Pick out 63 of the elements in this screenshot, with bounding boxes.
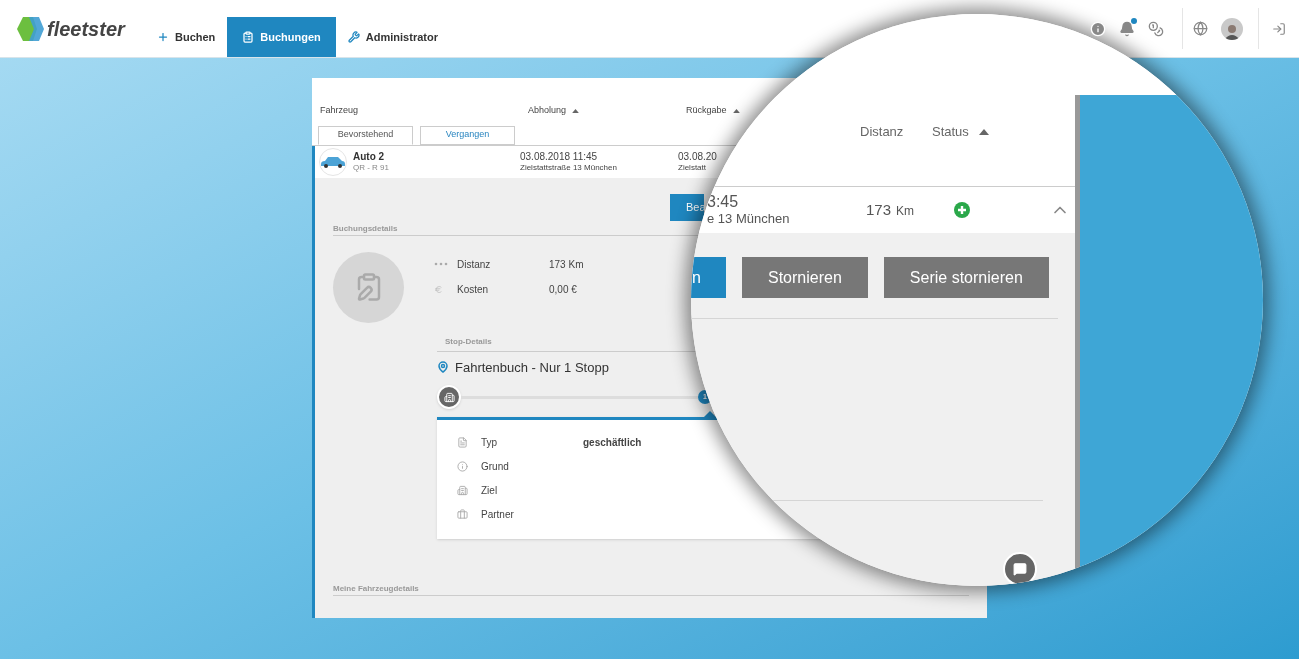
field-label: Grund bbox=[481, 460, 510, 474]
chat-button[interactable] bbox=[1003, 552, 1037, 586]
euro-icon bbox=[434, 284, 443, 294]
cancel-button[interactable]: Serie stornieren bbox=[883, 257, 1049, 298]
section-label: Stop-Details bbox=[445, 336, 492, 346]
field-label: Ziel bbox=[481, 484, 499, 498]
sort-caret-icon bbox=[572, 108, 580, 113]
field-value: geschäftlich bbox=[583, 436, 642, 450]
info-icon bbox=[457, 461, 468, 472]
stop-node[interactable] bbox=[437, 385, 461, 409]
distance-unit: Km bbox=[896, 202, 915, 220]
pickup-address: Zielstattstraße 13 München bbox=[520, 161, 618, 173]
building-icon bbox=[443, 391, 455, 403]
vehicle-name: Auto 2 bbox=[353, 150, 386, 162]
filter-tab[interactable]: Bevorstehend bbox=[318, 125, 413, 145]
field-label: Typ bbox=[481, 436, 499, 450]
chat-icon bbox=[1013, 562, 1027, 576]
car-icon bbox=[320, 155, 346, 168]
document-icon bbox=[457, 437, 468, 448]
distance-value: 173 bbox=[866, 199, 892, 220]
coins-icon[interactable] bbox=[1148, 20, 1164, 37]
building-icon bbox=[457, 485, 468, 496]
plus-icon bbox=[157, 31, 169, 43]
info-icon[interactable] bbox=[1090, 20, 1106, 37]
return-time: 3:45 bbox=[707, 192, 740, 210]
filter-tab[interactable]: Vergangen bbox=[420, 125, 515, 145]
column-header[interactable]: Distanz bbox=[860, 122, 932, 142]
column-header[interactable]: Abholung bbox=[528, 104, 580, 118]
fact-label: Kosten bbox=[457, 282, 490, 297]
pickup-time: 03.08.2018 11:45 bbox=[520, 150, 599, 162]
exit-icon[interactable] bbox=[1272, 21, 1286, 36]
section-label: Meine Fahrzeugdetails bbox=[333, 584, 419, 593]
nav-tab[interactable]: Administrator bbox=[335, 17, 450, 57]
user-avatar[interactable] bbox=[1221, 17, 1243, 40]
cancel-button[interactable]: Stornieren bbox=[742, 257, 868, 298]
nav-tab[interactable]: Buchen bbox=[145, 17, 228, 57]
fact-value: 0,00 € bbox=[549, 282, 577, 297]
return-address: e 13 München bbox=[707, 209, 791, 227]
sort-caret-icon bbox=[732, 108, 740, 113]
wrench-icon bbox=[347, 31, 360, 43]
bell-icon[interactable] bbox=[1119, 20, 1135, 37]
edit-button[interactable]: n bbox=[691, 257, 726, 298]
trip-title: Fahrtenbuch - Nur 1 Stopp bbox=[455, 358, 609, 377]
column-header[interactable]: Rückgabe bbox=[686, 104, 740, 118]
license-plate: QR - R 91 bbox=[353, 161, 389, 173]
logo-icon bbox=[15, 15, 45, 42]
status-plus-icon bbox=[954, 201, 970, 218]
logo-text: fleetster bbox=[47, 16, 125, 42]
briefcase-icon bbox=[457, 509, 468, 520]
globe-icon[interactable] bbox=[1193, 21, 1208, 36]
clipboard-icon bbox=[242, 31, 255, 43]
fact-value: 173 Km bbox=[549, 257, 584, 272]
fact-label: Distanz bbox=[457, 257, 492, 272]
nav-tab[interactable]: Buchungen bbox=[227, 17, 336, 57]
dots-icon bbox=[434, 262, 448, 266]
field-label: Partner bbox=[481, 508, 515, 522]
section-label: Buchungsdetails bbox=[333, 223, 398, 233]
return-address: Zielstatt bbox=[678, 161, 707, 173]
pin-icon bbox=[437, 361, 449, 374]
sort-caret-icon bbox=[978, 128, 989, 135]
return-time: 03.08.20 bbox=[678, 150, 717, 162]
column-header[interactable]: Status bbox=[932, 122, 989, 142]
column-header[interactable]: Fahrzeug bbox=[320, 104, 359, 118]
